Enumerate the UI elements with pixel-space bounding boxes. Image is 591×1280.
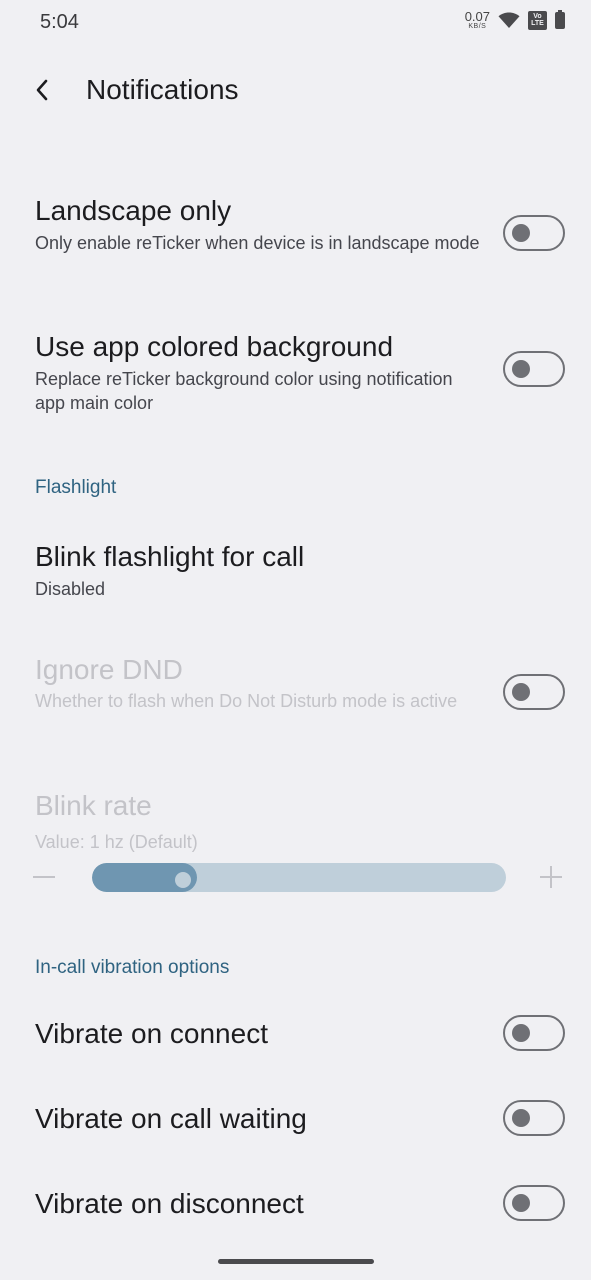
pref-app-colored-background[interactable]: Use app colored background Replace reTic…: [0, 326, 591, 426]
pref-blink-rate: Blink rate Value: 1 hz (Default): [0, 785, 591, 855]
switch-thumb: [512, 683, 530, 701]
vibrate-on-call-waiting-switch[interactable]: [503, 1100, 565, 1136]
pref-summary: Only enable reTicker when device is in l…: [35, 233, 480, 253]
pref-title: Blink flashlight for call: [35, 541, 305, 572]
pref-landscape-only[interactable]: Landscape only Only enable reTicker when…: [0, 190, 591, 290]
back-arrow-icon: [36, 79, 48, 101]
pref-title: Vibrate on call waiting: [35, 1103, 307, 1134]
pref-title: Vibrate on disconnect: [35, 1188, 304, 1219]
volte-bottom: LTE: [531, 20, 544, 27]
blink-rate-slider: [0, 860, 591, 896]
page-title: Notifications: [86, 74, 239, 105]
net-speed-value: 0.07: [464, 9, 490, 24]
slider-thumb: [175, 872, 191, 888]
pref-blink-flashlight-call[interactable]: Blink flashlight for call Disabled: [0, 536, 591, 606]
home-indicator[interactable]: [218, 1259, 374, 1264]
section-header-incall-vibration: In-call vibration options: [35, 957, 230, 978]
status-time: 5:04: [40, 11, 79, 33]
wifi-icon: [498, 12, 520, 28]
pref-summary: Disabled: [35, 579, 106, 599]
pref-vibrate-on-call-waiting[interactable]: Vibrate on call waiting: [0, 1089, 591, 1149]
pref-title: Vibrate on connect: [35, 1018, 268, 1049]
switch-thumb: [512, 1109, 530, 1127]
pref-ignore-dnd: Ignore DND Whether to flash when Do Not …: [0, 649, 591, 749]
switch-thumb: [512, 1194, 530, 1212]
pref-vibrate-on-disconnect[interactable]: Vibrate on disconnect: [0, 1174, 591, 1234]
battery-icon: [555, 9, 565, 29]
app-colored-background-switch[interactable]: [503, 351, 565, 387]
back-button[interactable]: [22, 70, 62, 110]
status-icons: 0.07 KB/S Vo LTE: [465, 9, 565, 30]
ignore-dnd-switch: [503, 674, 565, 710]
switch-thumb: [512, 360, 530, 378]
volte-icon: Vo LTE: [528, 10, 547, 30]
minus-icon: [33, 876, 55, 878]
net-speed-indicator: 0.07 KB/S: [465, 10, 490, 30]
pref-title: Use app colored background: [35, 331, 394, 362]
vibrate-on-disconnect-switch[interactable]: [503, 1185, 565, 1221]
pref-title: Ignore DND: [35, 654, 183, 685]
pref-title: Blink rate: [35, 790, 152, 821]
pref-summary: Whether to flash when Do Not Disturb mod…: [35, 691, 458, 711]
switch-thumb: [512, 224, 530, 242]
section-header-flashlight: Flashlight: [35, 477, 117, 498]
pref-title: Landscape only: [35, 195, 232, 226]
landscape-only-switch[interactable]: [503, 215, 565, 251]
pref-summary: Value: 1 hz (Default): [35, 832, 198, 852]
vibrate-on-connect-switch[interactable]: [503, 1015, 565, 1051]
pref-summary: Replace reTicker background color using …: [35, 369, 453, 413]
status-bar: 5:04 0.07 KB/S Vo LTE: [0, 0, 591, 46]
pref-vibrate-on-connect[interactable]: Vibrate on connect: [0, 1004, 591, 1064]
net-speed-unit: KB/S: [468, 23, 487, 30]
plus-icon-vertical: [550, 866, 552, 888]
switch-thumb: [512, 1024, 530, 1042]
volte-top: Vo: [533, 13, 542, 20]
slider-track: [92, 863, 506, 892]
app-bar: Notifications: [0, 60, 591, 120]
